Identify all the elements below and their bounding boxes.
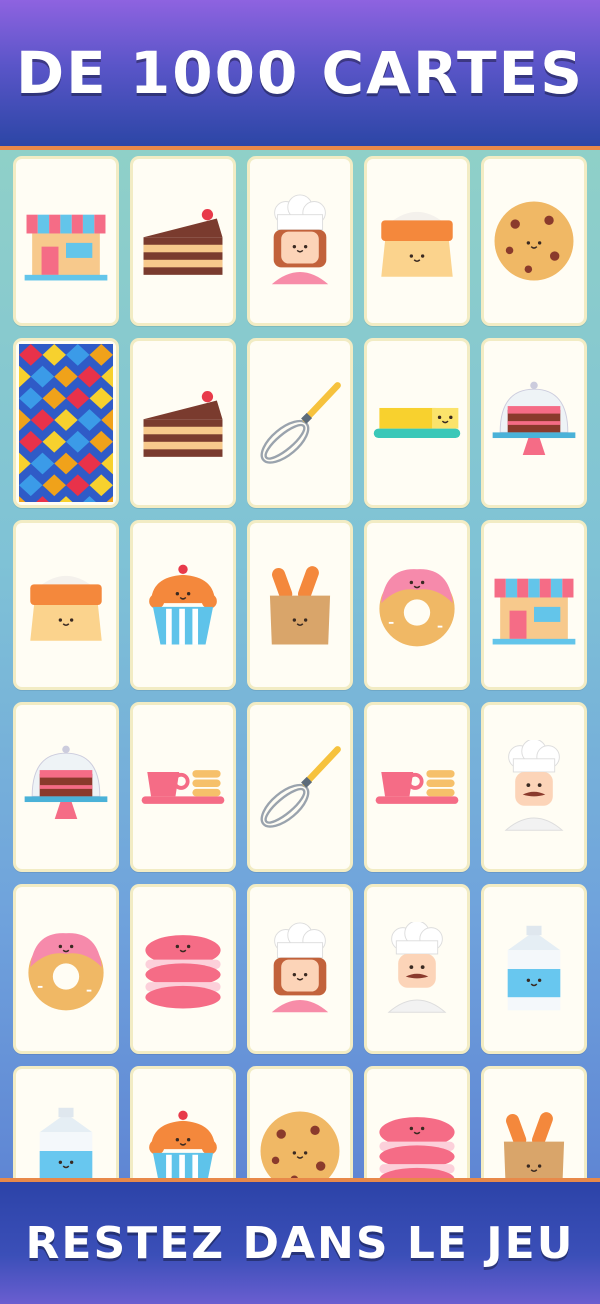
card[interactable] <box>364 520 470 690</box>
donut-icon <box>19 922 113 1016</box>
card-face-down[interactable] <box>13 338 119 508</box>
cookie-icon <box>487 194 581 288</box>
card-board <box>0 150 600 1178</box>
cookie-icon <box>253 1104 347 1178</box>
cupcake-icon <box>136 1104 230 1178</box>
top-banner: DE 1000 CARTES <box>0 0 600 150</box>
donut-icon <box>370 558 464 652</box>
card[interactable] <box>13 1066 119 1178</box>
whisk-icon <box>253 740 347 834</box>
card[interactable] <box>130 338 236 508</box>
card[interactable] <box>247 702 353 872</box>
girl-chef-icon <box>253 194 347 288</box>
card[interactable] <box>481 702 587 872</box>
card[interactable] <box>481 338 587 508</box>
header-title: DE 1000 CARTES <box>15 39 585 107</box>
bottom-banner: RESTEZ DANS LE JEU <box>0 1178 600 1304</box>
card[interactable] <box>364 156 470 326</box>
cake-slice-icon <box>136 376 230 470</box>
card[interactable] <box>364 1066 470 1178</box>
footer-tagline: RESTEZ DANS LE JEU <box>25 1217 575 1269</box>
card[interactable] <box>13 156 119 326</box>
card[interactable] <box>481 520 587 690</box>
card-back-pattern <box>19 344 113 502</box>
shop-icon <box>487 558 581 652</box>
card[interactable] <box>130 520 236 690</box>
card[interactable] <box>130 884 236 1054</box>
card[interactable] <box>13 884 119 1054</box>
card[interactable] <box>247 156 353 326</box>
shop-icon <box>19 194 113 288</box>
cupcake-icon <box>136 558 230 652</box>
cake-slice-icon <box>136 194 230 288</box>
card[interactable] <box>247 338 353 508</box>
whisk-icon <box>253 376 347 470</box>
macaron-icon <box>136 922 230 1016</box>
card[interactable] <box>481 1066 587 1178</box>
card[interactable] <box>130 156 236 326</box>
card[interactable] <box>13 702 119 872</box>
card[interactable] <box>481 156 587 326</box>
milk-carton-icon <box>487 922 581 1016</box>
butter-icon <box>370 376 464 470</box>
card[interactable] <box>13 520 119 690</box>
male-chef-icon <box>370 922 464 1016</box>
tea-set-icon <box>370 740 464 834</box>
macaron-icon <box>370 1104 464 1178</box>
cake-stand-icon <box>19 740 113 834</box>
tea-set-icon <box>136 740 230 834</box>
milk-carton-icon <box>19 1104 113 1178</box>
card[interactable] <box>247 520 353 690</box>
male-chef-icon <box>487 740 581 834</box>
cake-stand-icon <box>487 376 581 470</box>
card[interactable] <box>130 702 236 872</box>
flour-sack-icon <box>370 194 464 288</box>
bread-bag-icon <box>253 558 347 652</box>
bread-bag-icon <box>487 1104 581 1178</box>
card[interactable] <box>481 884 587 1054</box>
card[interactable] <box>364 884 470 1054</box>
girl-chef-icon <box>253 922 347 1016</box>
flour-sack-icon <box>19 558 113 652</box>
card[interactable] <box>247 1066 353 1178</box>
card[interactable] <box>130 1066 236 1178</box>
card[interactable] <box>247 884 353 1054</box>
card[interactable] <box>364 702 470 872</box>
card[interactable] <box>364 338 470 508</box>
